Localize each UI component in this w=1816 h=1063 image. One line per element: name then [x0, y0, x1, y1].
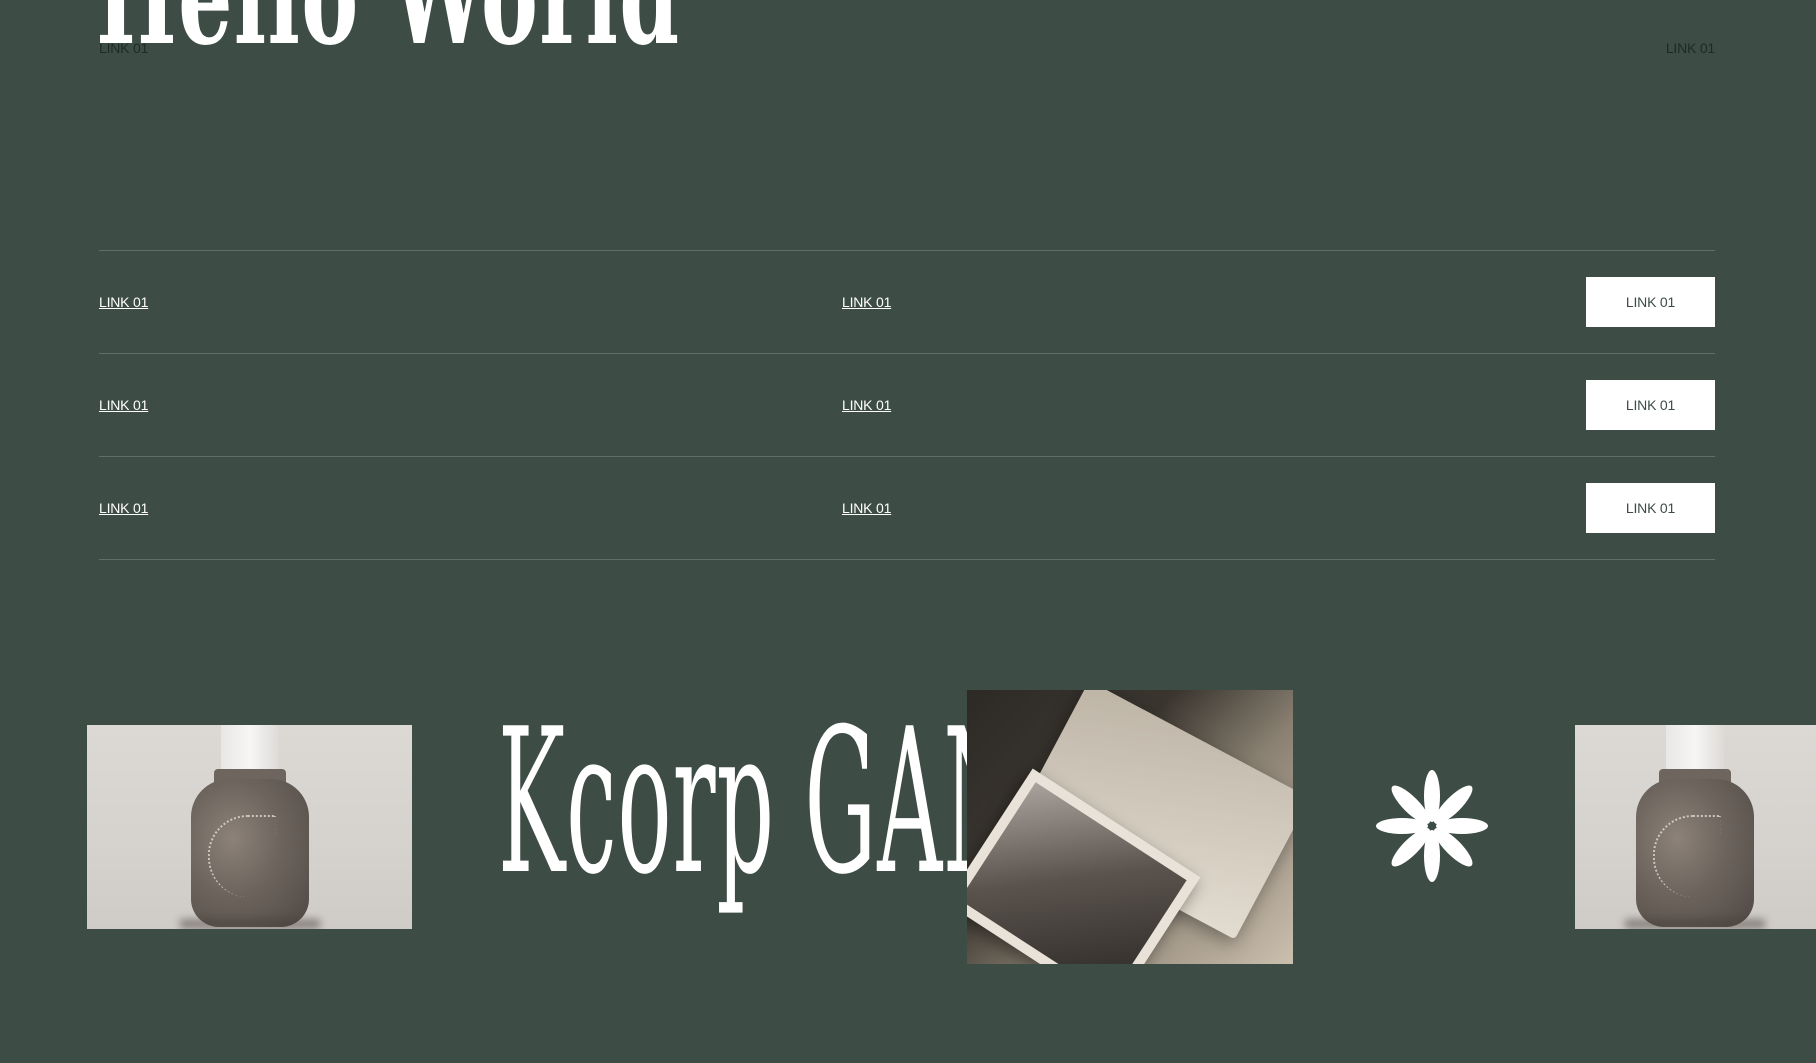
row-link-col1[interactable]: LINK 01	[99, 500, 148, 516]
row-link-col2[interactable]: LINK 01	[842, 500, 891, 516]
top-nav-link-left[interactable]: LINK 01	[99, 40, 148, 56]
bottle-shadow	[179, 919, 320, 929]
row-link-col2[interactable]: LINK 01	[842, 397, 891, 413]
table-row: LINK 01 LINK 01 LINK 01	[99, 457, 1715, 560]
links-table: LINK 01 LINK 01 LINK 01 LINK 01 LINK 01 …	[99, 250, 1715, 560]
asterisk-icon	[1376, 770, 1488, 882]
row-button[interactable]: LINK 01	[1586, 277, 1715, 327]
row-link-col1[interactable]: LINK 01	[99, 397, 148, 413]
row-button[interactable]: LINK 01	[1586, 380, 1715, 430]
bottle-photo	[87, 725, 412, 929]
box-photo	[967, 690, 1293, 964]
table-row: LINK 01 LINK 01 LINK 01	[99, 354, 1715, 457]
bottle-shadow	[1625, 919, 1765, 929]
hero-title: Hello World	[96, 0, 680, 64]
top-nav-link-right[interactable]: LINK 01	[1666, 40, 1715, 56]
bottle-label	[1652, 815, 1721, 897]
table-row: LINK 01 LINK 01 LINK 01	[99, 251, 1715, 354]
bottle-cap	[1666, 725, 1724, 773]
row-button[interactable]: LINK 01	[1586, 483, 1715, 533]
row-link-col1[interactable]: LINK 01	[99, 294, 148, 310]
bottle-photo	[1575, 725, 1816, 929]
bottle-cap	[220, 725, 279, 773]
row-link-col2[interactable]: LINK 01	[842, 294, 891, 310]
bottle-label	[207, 815, 276, 897]
